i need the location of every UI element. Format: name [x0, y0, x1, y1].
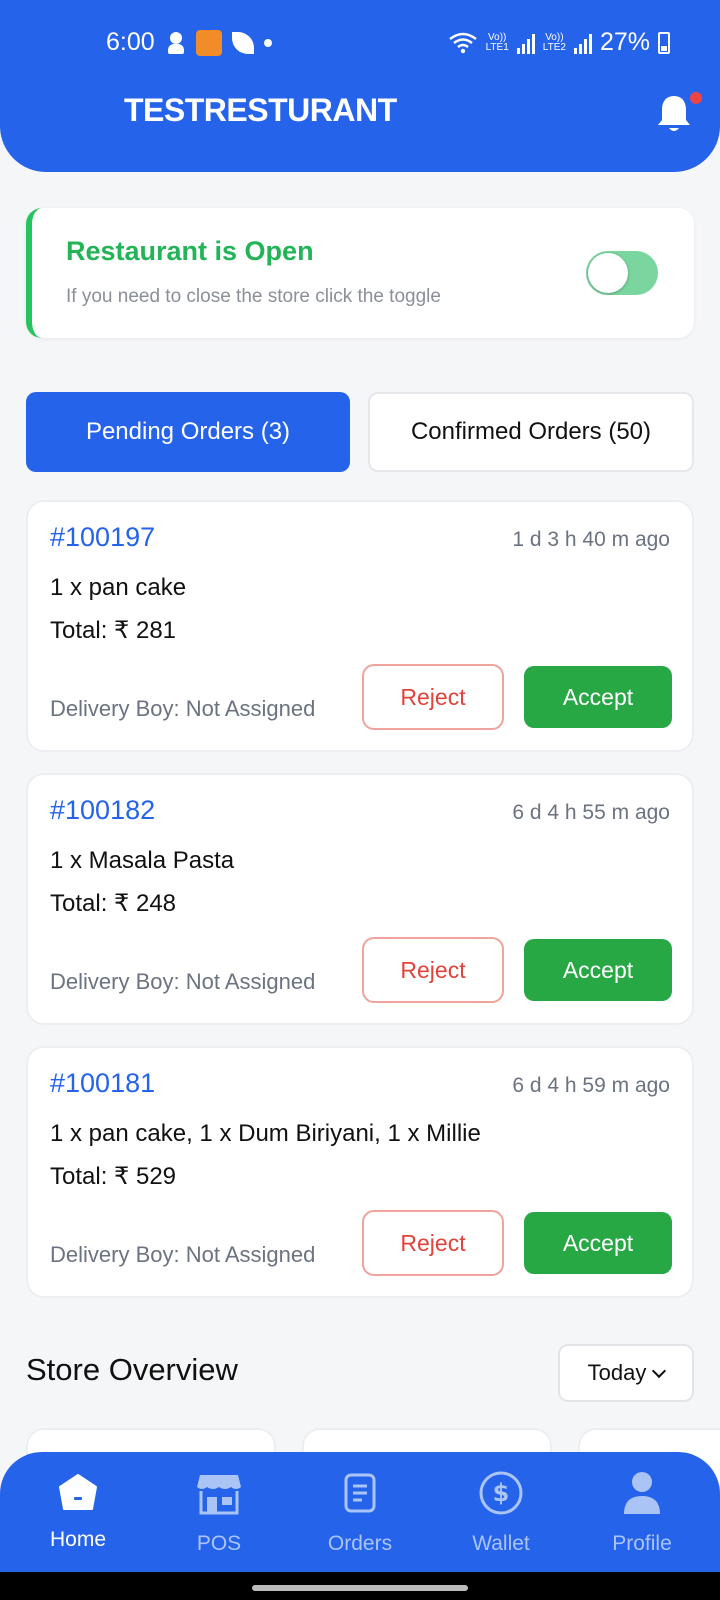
chevron-down-icon — [652, 1363, 667, 1378]
order-total: Total: ₹ 248 — [50, 890, 177, 917]
delivery-boy-status: Delivery Boy: Not Assigned — [50, 696, 316, 721]
sim2-label: Vo)) LTE2 — [542, 31, 566, 53]
nav-pos[interactable]: POS — [159, 1468, 279, 1568]
more-notifications-dot-icon — [264, 39, 272, 47]
order-id[interactable]: #100197 — [50, 522, 155, 553]
battery-icon — [658, 31, 670, 54]
accept-button[interactable]: Accept — [524, 1212, 672, 1274]
store-overview-title: Store Overview — [26, 1352, 238, 1387]
notification-app-icon — [196, 30, 222, 56]
status-bar: 6:00 Vo)) LTE1 Vo)) LTE2 27% — [0, 24, 720, 64]
reject-button[interactable]: Reject — [362, 937, 504, 1003]
leaf-icon — [232, 32, 254, 54]
delivery-boy-status: Delivery Boy: Not Assigned — [50, 969, 316, 994]
store-icon — [195, 1468, 243, 1518]
home-gesture-handle[interactable] — [252, 1585, 468, 1591]
status-system-icons: Vo)) LTE1 Vo)) LTE2 27% — [448, 28, 670, 57]
order-time-ago: 1 d 3 h 40 m ago — [512, 528, 670, 551]
app-header: 6:00 Vo)) LTE1 Vo)) LTE2 27% TESTRESTURA… — [0, 0, 720, 172]
restaurant-name: TESTRESTURANT — [124, 92, 397, 128]
svg-text:$: $ — [493, 1479, 510, 1507]
order-time-ago: 6 d 4 h 55 m ago — [512, 801, 670, 824]
store-status-subtitle: If you need to close the store click the… — [66, 286, 441, 307]
nav-label: POS — [196, 1532, 242, 1555]
reject-button[interactable]: Reject — [362, 1210, 504, 1276]
store-status-card: Restaurant is Open If you need to close … — [26, 208, 694, 338]
toggle-knob — [588, 253, 628, 293]
document-icon — [336, 1468, 384, 1518]
order-items: 1 x pan cake — [50, 574, 187, 601]
delivery-boy-status: Delivery Boy: Not Assigned — [50, 1242, 316, 1267]
signal-sim1-icon — [516, 32, 535, 54]
nav-wallet[interactable]: $ Wallet — [441, 1468, 561, 1568]
sim1-label: Vo)) LTE1 — [485, 31, 509, 53]
user-icon — [618, 1468, 666, 1518]
order-card[interactable]: #100181 6 d 4 h 59 m ago 1 x pan cake, 1… — [26, 1046, 694, 1298]
order-items: 1 x pan cake, 1 x Dum Biriyani, 1 x Mill… — [50, 1120, 481, 1147]
order-card[interactable]: #100182 6 d 4 h 55 m ago 1 x Masala Past… — [26, 773, 694, 1025]
store-status-title: Restaurant is Open — [66, 236, 314, 266]
notification-badge — [690, 92, 702, 104]
order-card[interactable]: #100197 1 d 3 h 40 m ago 1 x pan cake To… — [26, 500, 694, 752]
period-value: Today — [587, 1360, 647, 1385]
nav-label: Profile — [612, 1532, 672, 1555]
battery-percent: 27% — [599, 28, 650, 56]
order-id[interactable]: #100182 — [50, 795, 155, 826]
tab-confirmed-orders[interactable]: Confirmed Orders (50) — [368, 392, 694, 472]
status-notification-icons — [166, 30, 272, 56]
nav-profile[interactable]: Profile — [582, 1468, 702, 1568]
period-dropdown[interactable]: Today — [558, 1344, 694, 1402]
signal-sim2-icon — [573, 32, 592, 54]
accept-button[interactable]: Accept — [524, 666, 672, 728]
bottom-navigation: Home POS Orders $ Wallet Profile — [0, 1452, 720, 1572]
order-total: Total: ₹ 281 — [50, 617, 177, 644]
nav-label: Orders — [327, 1532, 393, 1555]
nav-home[interactable]: Home — [18, 1468, 138, 1568]
store-open-toggle[interactable] — [586, 251, 658, 295]
order-total: Total: ₹ 529 — [50, 1163, 177, 1190]
tab-pending-orders[interactable]: Pending Orders (3) — [26, 392, 350, 472]
home-icon — [54, 1468, 102, 1518]
status-time: 6:00 — [106, 28, 155, 56]
dollar-icon: $ — [477, 1468, 525, 1518]
nav-label: Home — [49, 1528, 107, 1551]
accept-button[interactable]: Accept — [524, 939, 672, 1001]
nav-label: Wallet — [472, 1532, 530, 1555]
reject-button[interactable]: Reject — [362, 664, 504, 730]
nav-orders[interactable]: Orders — [300, 1468, 420, 1568]
order-id[interactable]: #100181 — [50, 1068, 155, 1099]
order-items: 1 x Masala Pasta — [50, 847, 235, 874]
wifi-icon — [448, 32, 477, 53]
order-time-ago: 6 d 4 h 59 m ago — [512, 1074, 670, 1097]
bell-icon[interactable] — [654, 92, 694, 134]
notification-person-icon — [166, 32, 186, 54]
